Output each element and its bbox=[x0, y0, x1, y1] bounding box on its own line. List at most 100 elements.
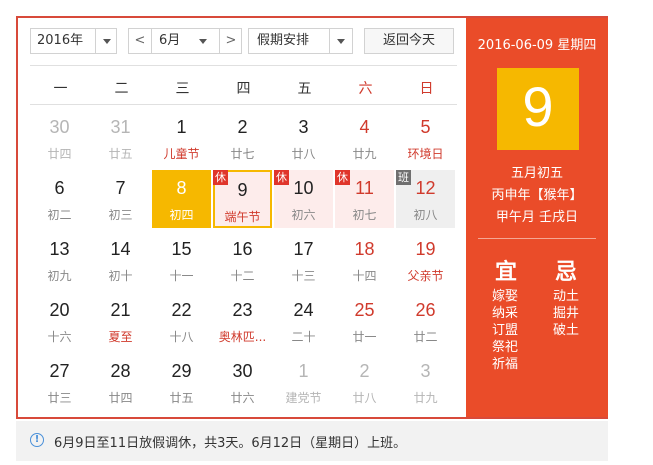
day-cell[interactable]: 12 初八班 bbox=[396, 170, 455, 228]
lunar-label: 建党节 bbox=[285, 391, 322, 405]
day-number: 5 bbox=[420, 117, 431, 137]
day-cell[interactable]: 4 廿九 bbox=[335, 109, 394, 167]
yi-title: 宜 bbox=[495, 260, 518, 285]
holiday-select[interactable]: 假期安排 bbox=[248, 28, 353, 54]
day-number: 19 bbox=[415, 239, 436, 259]
yi-item: 订盟 bbox=[492, 323, 519, 338]
day-cell[interactable]: 6 初二 bbox=[30, 170, 89, 228]
day-number: 30 bbox=[49, 117, 70, 137]
workday-badge: 班 bbox=[396, 170, 411, 185]
day-cell[interactable]: 22 十八 bbox=[152, 292, 211, 350]
yi-list: 嫁娶 纳采 订盟 祭祀 祈福 bbox=[492, 288, 518, 373]
holiday-select-value: 假期安排 bbox=[257, 33, 310, 48]
day-cell[interactable]: 31 廿五 bbox=[91, 109, 150, 167]
day-cell[interactable]: 1 儿童节 bbox=[152, 109, 211, 167]
year-select[interactable]: 2016年 bbox=[30, 28, 117, 54]
chevron-down-icon bbox=[199, 39, 207, 44]
day-number: 2 bbox=[359, 361, 370, 381]
day-cell[interactable]: 15 十一 bbox=[152, 231, 211, 289]
day-number: 27 bbox=[49, 361, 70, 381]
day-number: 17 bbox=[293, 239, 314, 259]
divider bbox=[30, 65, 457, 66]
day-number: 18 bbox=[354, 239, 375, 259]
day-cell[interactable]: 3 廿八 bbox=[274, 109, 333, 167]
day-cell[interactable]: 19 父亲节 bbox=[396, 231, 455, 289]
day-cell[interactable]: 30 廿六 bbox=[213, 353, 272, 411]
day-cell[interactable]: 7 初三 bbox=[91, 170, 150, 228]
day-cell[interactable]: 26 廿二 bbox=[396, 292, 455, 350]
day-cell[interactable]: 24 二十 bbox=[274, 292, 333, 350]
prev-month-button[interactable]: < bbox=[129, 29, 151, 53]
lunar-label: 廿二 bbox=[413, 330, 438, 344]
rest-badge: 休 bbox=[335, 170, 350, 185]
day-cell[interactable]: 21 夏至 bbox=[91, 292, 150, 350]
lunar-label: 廿六 bbox=[230, 391, 255, 405]
back-to-today-button[interactable]: 返回今天 bbox=[364, 28, 454, 54]
day-cell[interactable]: 18 十四 bbox=[335, 231, 394, 289]
yi-item: 纳采 bbox=[492, 306, 519, 321]
day-cell[interactable]: 30 廿四 bbox=[30, 109, 89, 167]
lunar-label: 二十 bbox=[291, 330, 316, 344]
lunar-label: 初十 bbox=[108, 269, 133, 283]
lunar-label: 初八 bbox=[413, 208, 438, 222]
day-cell[interactable]: 1 建党节 bbox=[274, 353, 333, 411]
day-cell[interactable]: 29 廿五 bbox=[152, 353, 211, 411]
big-day-box: 9 bbox=[497, 68, 579, 150]
day-number: 23 bbox=[232, 300, 253, 320]
day-number: 6 bbox=[54, 178, 65, 198]
holiday-info-text: 6月9日至11日放假调休，共3天。6月12日（星期日）上班。 bbox=[54, 436, 407, 451]
weekday-label: 二 bbox=[114, 81, 129, 97]
day-number: 13 bbox=[49, 239, 70, 259]
next-month-button[interactable]: > bbox=[220, 29, 242, 53]
lunar-label: 初六 bbox=[291, 208, 316, 222]
lunar-label: 廿一 bbox=[352, 330, 377, 344]
day-cell[interactable]: 14 初十 bbox=[91, 231, 150, 289]
day-number: 22 bbox=[171, 300, 192, 320]
lunar-date: 五月初五 bbox=[510, 166, 563, 181]
lunar-label: 十二 bbox=[230, 269, 255, 283]
day-cell[interactable]: 2 廿七 bbox=[213, 109, 272, 167]
day-cell[interactable]: 25 廿一 bbox=[335, 292, 394, 350]
day-cell[interactable]: 13 初九 bbox=[30, 231, 89, 289]
day-cell[interactable]: 27 廿三 bbox=[30, 353, 89, 411]
day-cell[interactable]: 9 端午节休 bbox=[213, 170, 272, 228]
lunar-label: 儿童节 bbox=[163, 147, 200, 161]
day-cell[interactable]: 20 十六 bbox=[30, 292, 89, 350]
day-cell[interactable]: 16 十二 bbox=[213, 231, 272, 289]
chevron-down-icon bbox=[337, 39, 345, 44]
ji-item: 动土 bbox=[553, 289, 580, 304]
lunar-label: 廿八 bbox=[352, 391, 377, 405]
day-cell[interactable]: 17 十三 bbox=[274, 231, 333, 289]
day-number: 20 bbox=[49, 300, 70, 320]
lunar-label: 十一 bbox=[169, 269, 194, 283]
ji-item: 破土 bbox=[553, 323, 580, 338]
day-cell[interactable]: 3 廿九 bbox=[396, 353, 455, 411]
divider bbox=[329, 29, 330, 53]
day-cell[interactable]: 11 初七休 bbox=[335, 170, 394, 228]
lunar-label: 十三 bbox=[291, 269, 316, 283]
day-number: 29 bbox=[171, 361, 192, 381]
ji-title: 忌 bbox=[555, 260, 578, 285]
day-cell[interactable]: 23 奥林匹... bbox=[213, 292, 272, 350]
day-cell[interactable]: 5 环境日 bbox=[396, 109, 455, 167]
lunar-label: 廿九 bbox=[352, 147, 377, 161]
day-cell[interactable]: 2 廿八 bbox=[335, 353, 394, 411]
day-number: 31 bbox=[110, 117, 131, 137]
day-number: 14 bbox=[110, 239, 131, 259]
day-cell[interactable]: 28 廿四 bbox=[91, 353, 150, 411]
lunar-label: 环境日 bbox=[407, 147, 444, 161]
month-select[interactable]: < 6月 > bbox=[128, 28, 242, 54]
chevron-down-icon bbox=[103, 39, 111, 44]
lunar-label: 廿九 bbox=[413, 391, 438, 405]
lunar-label: 廿四 bbox=[47, 147, 72, 161]
day-number: 24 bbox=[293, 300, 314, 320]
day-number: 1 bbox=[176, 117, 187, 137]
lunar-label: 廿八 bbox=[291, 147, 316, 161]
day-cell[interactable]: 10 初六休 bbox=[274, 170, 333, 228]
day-cell[interactable]: 8 初四 bbox=[152, 170, 211, 228]
lunar-label: 廿七 bbox=[230, 147, 255, 161]
selected-date: 2016-06-09 星期四 bbox=[477, 38, 597, 53]
lunar-label: 十八 bbox=[169, 330, 194, 344]
year-select-value: 2016年 bbox=[37, 33, 84, 48]
lunar-label: 十六 bbox=[47, 330, 72, 344]
